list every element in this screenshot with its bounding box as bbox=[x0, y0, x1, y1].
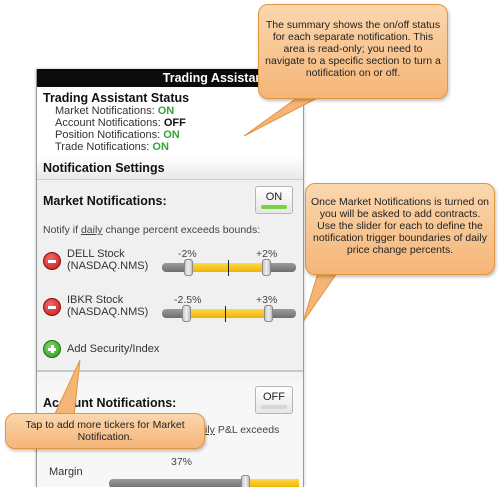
add-security-label[interactable]: Add Security/Index bbox=[67, 343, 159, 355]
market-toggle-button[interactable]: ON bbox=[255, 186, 293, 214]
slider-range-fill bbox=[245, 479, 299, 487]
toggle-indicator bbox=[261, 405, 287, 409]
slider-zero-marker bbox=[228, 260, 229, 276]
status-value: ON bbox=[163, 129, 180, 141]
account-notify-text: ily P&L exceeds bbox=[205, 424, 279, 436]
notify-underlined: ily bbox=[205, 424, 215, 436]
stock-name: DELL Stock (NASDAQ.NMS) bbox=[67, 248, 148, 272]
status-label: Account Notifications: bbox=[55, 117, 161, 129]
notify-underlined: daily bbox=[80, 224, 103, 236]
tickers-callout: Tap to add more tickers for Market Notif… bbox=[5, 413, 205, 449]
stock-symbol: IBKR Stock bbox=[67, 294, 124, 306]
stock-exchange: (NASDAQ.NMS) bbox=[67, 306, 149, 318]
stock-name: IBKR Stock (NASDAQ.NMS) bbox=[67, 294, 148, 318]
margin-value-label: 37% bbox=[171, 456, 193, 468]
stock-row-ibkr: IBKR Stock (NASDAQ.NMS) -2.5% +3% bbox=[37, 288, 303, 328]
bounds-slider[interactable]: -2.5% +3% bbox=[162, 294, 296, 322]
notify-suffix: P&L exceeds bbox=[214, 424, 280, 436]
slider-low-handle[interactable] bbox=[184, 259, 193, 276]
slider-high-handle[interactable] bbox=[262, 259, 271, 276]
status-label: Trade Notifications: bbox=[55, 141, 150, 153]
tickers-callout-pointer bbox=[53, 360, 81, 417]
add-security-icon[interactable] bbox=[43, 340, 61, 358]
status-value: ON bbox=[157, 105, 175, 117]
status-value: OFF bbox=[163, 117, 186, 129]
bounds-slider[interactable]: -2% +2% bbox=[162, 248, 296, 276]
summary-callout: The summary shows the on/off status for … bbox=[258, 4, 448, 99]
slider-zero-marker bbox=[225, 306, 226, 322]
status-row-trade: Trade Notifications: ON bbox=[55, 141, 303, 153]
market-notify-text: Notify if daily change percent exceeds b… bbox=[43, 224, 260, 236]
notification-settings-header: Notification Settings bbox=[37, 157, 303, 180]
remove-stock-icon[interactable] bbox=[43, 298, 61, 316]
toggle-label: OFF bbox=[263, 391, 285, 403]
remove-stock-icon[interactable] bbox=[43, 252, 61, 270]
toggle-label: ON bbox=[265, 191, 283, 203]
notify-prefix: Notify if bbox=[43, 224, 81, 236]
toggle-indicator bbox=[261, 205, 287, 209]
notify-suffix: change percent exceeds bounds: bbox=[102, 224, 261, 236]
margin-label: Margin bbox=[49, 466, 83, 478]
status-label: Position Notifications: bbox=[55, 129, 161, 141]
status-label: Market Notifications: bbox=[55, 105, 155, 117]
status-value: ON bbox=[152, 141, 169, 153]
slider-high-handle[interactable] bbox=[264, 305, 273, 322]
slider-low-handle[interactable] bbox=[182, 305, 191, 322]
margin-slider[interactable] bbox=[109, 475, 299, 487]
stock-symbol: DELL Stock bbox=[67, 248, 125, 260]
slider-range-fill bbox=[186, 309, 266, 318]
market-notifications-section: Market Notifications: ON Notify if daily… bbox=[37, 180, 303, 372]
market-callout: Once Market Notifications is turned on y… bbox=[305, 183, 495, 275]
slider-range-fill bbox=[188, 263, 264, 272]
market-notifications-title: Market Notifications: bbox=[43, 194, 167, 208]
stock-exchange: (NASDAQ.NMS) bbox=[67, 260, 149, 272]
account-toggle-button[interactable]: OFF bbox=[255, 386, 293, 414]
stock-row-dell: DELL Stock (NASDAQ.NMS) -2% +2% bbox=[37, 242, 303, 282]
slider-handle[interactable] bbox=[241, 475, 250, 487]
